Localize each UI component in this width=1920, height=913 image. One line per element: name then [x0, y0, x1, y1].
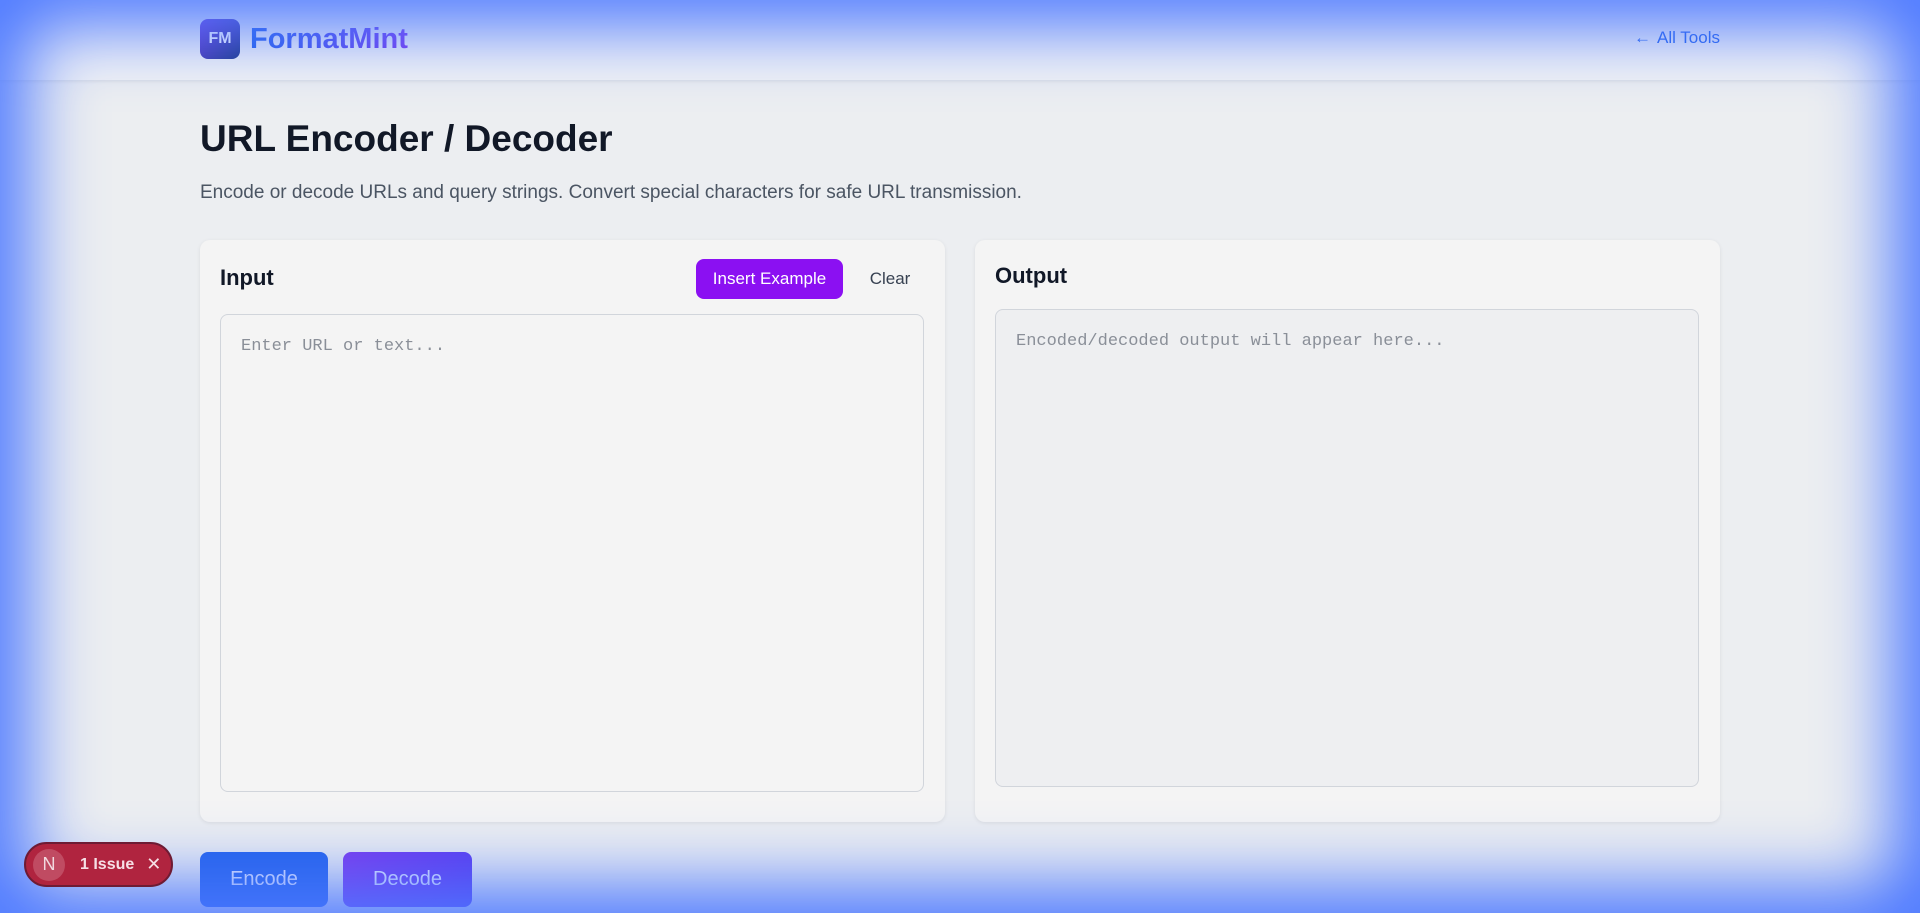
insert-example-button[interactable]: Insert Example [696, 259, 843, 299]
output-textarea[interactable] [995, 309, 1699, 787]
logo-badge[interactable]: FM [200, 19, 240, 59]
input-panel: Input Insert Example Clear [200, 240, 945, 822]
issue-count-label[interactable]: 1 Issue [80, 856, 134, 874]
output-panel-title: Output [995, 263, 1068, 288]
all-tools-link[interactable]: ← All Tools [1634, 28, 1720, 48]
issue-indicator[interactable]: N 1 Issue ✕ [24, 842, 173, 887]
top-header: FM FormatMint ← All Tools [0, 0, 1920, 81]
arrow-left-icon: ← [1634, 28, 1651, 47]
input-panel-title: Input [220, 265, 274, 290]
all-tools-label: All Tools [1657, 28, 1720, 47]
input-textarea[interactable] [220, 314, 924, 792]
close-icon[interactable]: ✕ [146, 854, 161, 875]
nextjs-logo-icon[interactable]: N [33, 848, 65, 881]
clear-button[interactable]: Clear [855, 259, 925, 299]
page-description: Encode or decode URLs and query strings.… [200, 182, 1022, 203]
decode-button[interactable]: Decode [343, 852, 472, 907]
brand-name[interactable]: FormatMint [250, 20, 408, 58]
page-title: URL Encoder / Decoder [200, 118, 613, 159]
encode-button[interactable]: Encode [200, 852, 328, 907]
output-panel: Output [975, 240, 1720, 822]
